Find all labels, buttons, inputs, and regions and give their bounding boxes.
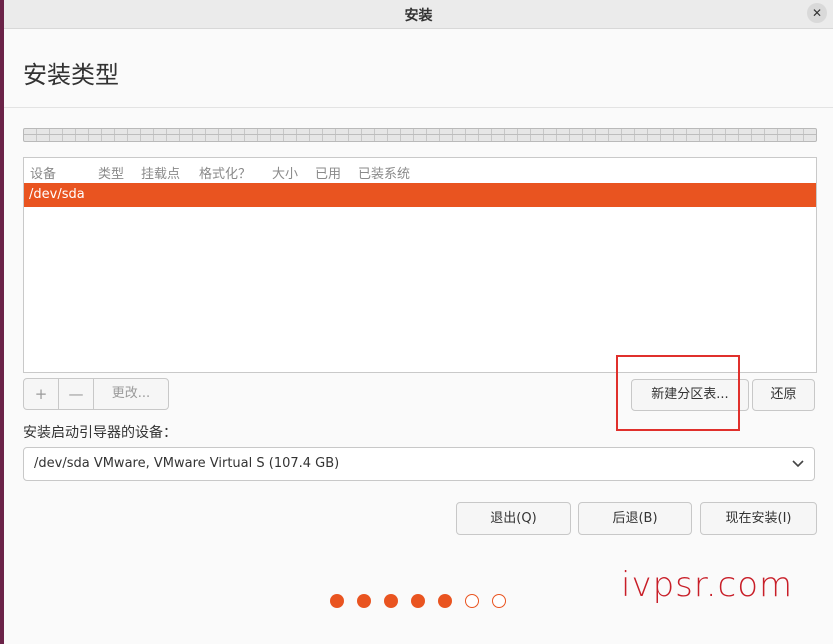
quit-button[interactable]: 退出(Q) xyxy=(456,502,571,535)
progress-dot xyxy=(384,594,398,608)
column-header-system[interactable]: 已装系统 xyxy=(358,163,410,182)
minus-icon: — xyxy=(68,385,84,403)
partition-table-header: 设备 类型 挂载点 格式化？ 大小 已用 已装系统 xyxy=(24,158,816,182)
bootloader-device-value: /dev/sda VMware, VMware Virtual S (107.4… xyxy=(34,456,340,471)
close-button[interactable]: ✕ xyxy=(807,3,827,23)
plus-icon: + xyxy=(34,385,48,403)
progress-dot xyxy=(492,594,506,608)
installer-window: 安装 ✕ 安装类型 设备 类型 挂载点 格式化？ 大小 已用 已装系统 /dev… xyxy=(4,0,833,644)
bootloader-label: 安装启动引导器的设备： xyxy=(23,425,177,441)
progress-dot xyxy=(438,594,452,608)
column-header-device[interactable]: 设备 xyxy=(30,163,56,182)
column-header-mount-point[interactable]: 挂载点 xyxy=(141,163,180,182)
progress-dot xyxy=(465,594,479,608)
add-partition-button[interactable]: + xyxy=(24,379,58,409)
partition-button-group: + — 更改... xyxy=(23,378,169,410)
header-divider xyxy=(4,107,833,108)
progress-dot xyxy=(357,594,371,608)
install-now-button[interactable]: 现在安装(I) xyxy=(700,502,817,535)
progress-dot xyxy=(411,594,425,608)
chevron-down-icon xyxy=(792,460,804,468)
partition-table: 设备 类型 挂载点 格式化？ 大小 已用 已装系统 /dev/sda xyxy=(23,157,817,373)
back-button[interactable]: 后退(B) xyxy=(578,502,692,535)
revert-button[interactable]: 还原 xyxy=(752,379,815,411)
bootloader-device-select[interactable]: /dev/sda VMware, VMware Virtual S (107.4… xyxy=(23,447,815,481)
device-cell: /dev/sda xyxy=(29,187,85,202)
table-row[interactable]: /dev/sda xyxy=(24,183,816,207)
disk-usage-bar xyxy=(23,128,817,142)
column-header-type[interactable]: 类型 xyxy=(98,163,124,182)
column-header-format[interactable]: 格式化？ xyxy=(199,163,251,182)
progress-dot xyxy=(330,594,344,608)
page-title: 安装类型 xyxy=(23,61,119,89)
annotation-highlight-box xyxy=(616,355,740,431)
close-icon: ✕ xyxy=(811,6,823,20)
change-partition-button[interactable]: 更改... xyxy=(94,379,168,409)
title-bar: 安装 ✕ xyxy=(4,0,833,29)
remove-partition-button[interactable]: — xyxy=(59,379,93,409)
window-title: 安装 xyxy=(404,8,433,24)
column-header-used[interactable]: 已用 xyxy=(315,163,341,182)
watermark: ivpsr.com xyxy=(621,565,794,605)
column-header-size[interactable]: 大小 xyxy=(272,163,298,182)
